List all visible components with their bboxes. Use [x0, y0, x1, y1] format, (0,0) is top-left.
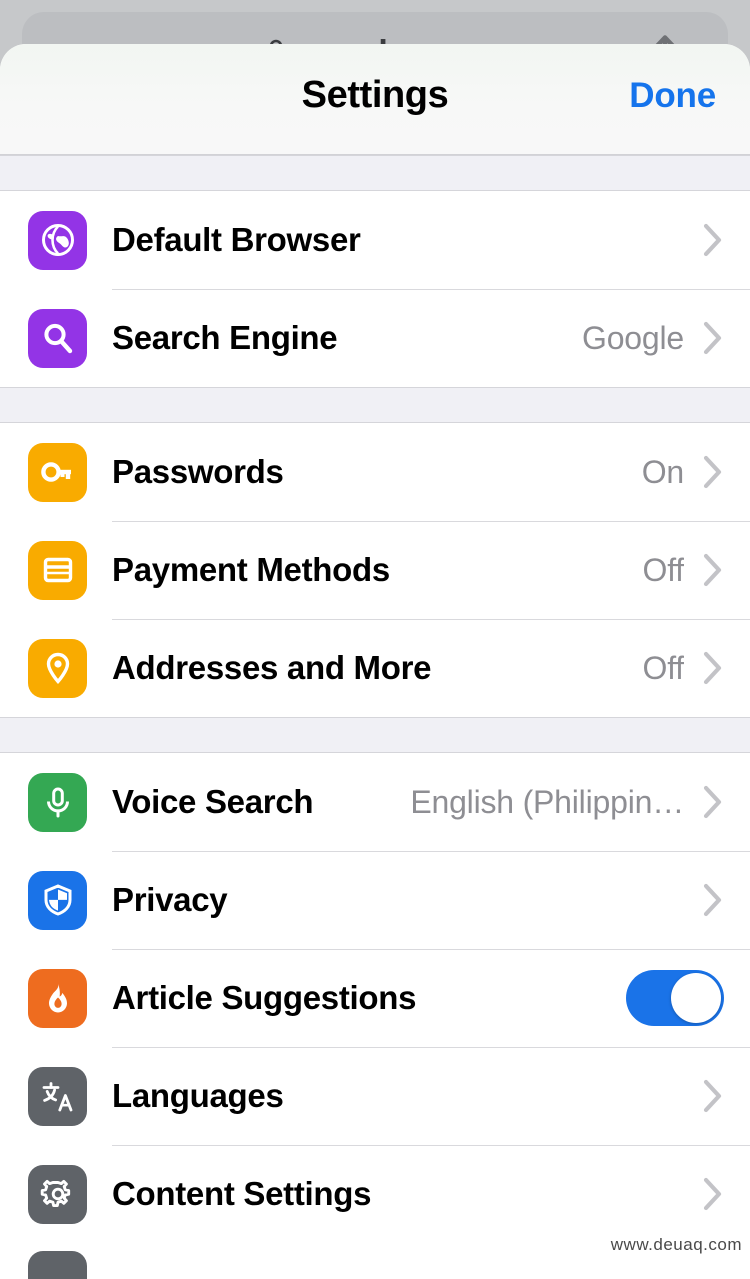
settings-sheet: Settings Done Default Browser Search Eng… [0, 44, 750, 1279]
row-label: Search Engine [112, 319, 338, 356]
row-search-engine[interactable]: Search Engine Google [0, 289, 750, 387]
chevron-right-icon [702, 319, 724, 357]
row-label: Payment Methods [112, 551, 390, 588]
credit-card-icon [28, 540, 87, 600]
row-label: Passwords [112, 453, 284, 490]
row-label: Privacy [112, 881, 228, 918]
row-label: Article Suggestions [112, 979, 417, 1016]
key-icon [28, 442, 87, 502]
chevron-right-icon [702, 881, 724, 919]
general-section: Voice Search English (Philippin… Privacy… [0, 753, 750, 1279]
watermark: www.deuaq.com [610, 1235, 742, 1254]
row-value: Off [642, 551, 685, 588]
section-gap [0, 717, 750, 753]
screen-root: google.com Settings Done [0, 0, 750, 1279]
browser-section: Default Browser Search Engine Google [0, 191, 750, 387]
row-label: Languages [112, 1077, 284, 1114]
row-value: On [641, 453, 684, 490]
chevron-right-icon [702, 1175, 724, 1213]
row-privacy[interactable]: Privacy [0, 851, 750, 949]
row-content-settings[interactable]: Content Settings [0, 1145, 750, 1243]
chevron-right-icon [702, 453, 724, 491]
chevron-right-icon [702, 1077, 724, 1115]
section-gap [0, 155, 750, 191]
done-button[interactable]: Done [629, 76, 716, 116]
row-label: Default Browser [112, 221, 361, 258]
partial-icon [28, 1251, 87, 1279]
row-value: Google [582, 319, 684, 356]
gear-icon [28, 1164, 87, 1224]
flame-icon [28, 968, 87, 1028]
row-addresses-and-more[interactable]: Addresses and More Off [0, 619, 750, 717]
row-label: Voice Search [112, 783, 314, 820]
article-suggestions-toggle[interactable] [626, 970, 724, 1026]
section-gap [0, 387, 750, 423]
chevron-right-icon [702, 649, 724, 687]
row-default-browser[interactable]: Default Browser [0, 191, 750, 289]
row-value: Off [642, 649, 685, 686]
shield-icon [28, 870, 87, 930]
row-value: English (Philippin… [410, 783, 684, 820]
toggle-knob [671, 973, 721, 1023]
globe-icon [28, 210, 87, 270]
row-voice-search[interactable]: Voice Search English (Philippin… [0, 753, 750, 851]
search-icon [28, 308, 87, 368]
settings-list: Default Browser Search Engine Google Pas… [0, 155, 750, 1279]
row-label: Content Settings [112, 1175, 372, 1212]
translate-icon [28, 1066, 87, 1126]
chevron-right-icon [702, 783, 724, 821]
location-pin-icon [28, 638, 87, 698]
row-label: Addresses and More [112, 649, 432, 686]
chevron-right-icon [702, 221, 724, 259]
row-languages[interactable]: Languages [0, 1047, 750, 1145]
autofill-section: Passwords On Payment Methods Off Address… [0, 423, 750, 717]
row-passwords[interactable]: Passwords On [0, 423, 750, 521]
row-article-suggestions[interactable]: Article Suggestions [0, 949, 750, 1047]
sheet-header: Settings Done [0, 44, 750, 155]
chevron-right-icon [702, 551, 724, 589]
microphone-icon [28, 772, 87, 832]
row-payment-methods[interactable]: Payment Methods Off [0, 521, 750, 619]
